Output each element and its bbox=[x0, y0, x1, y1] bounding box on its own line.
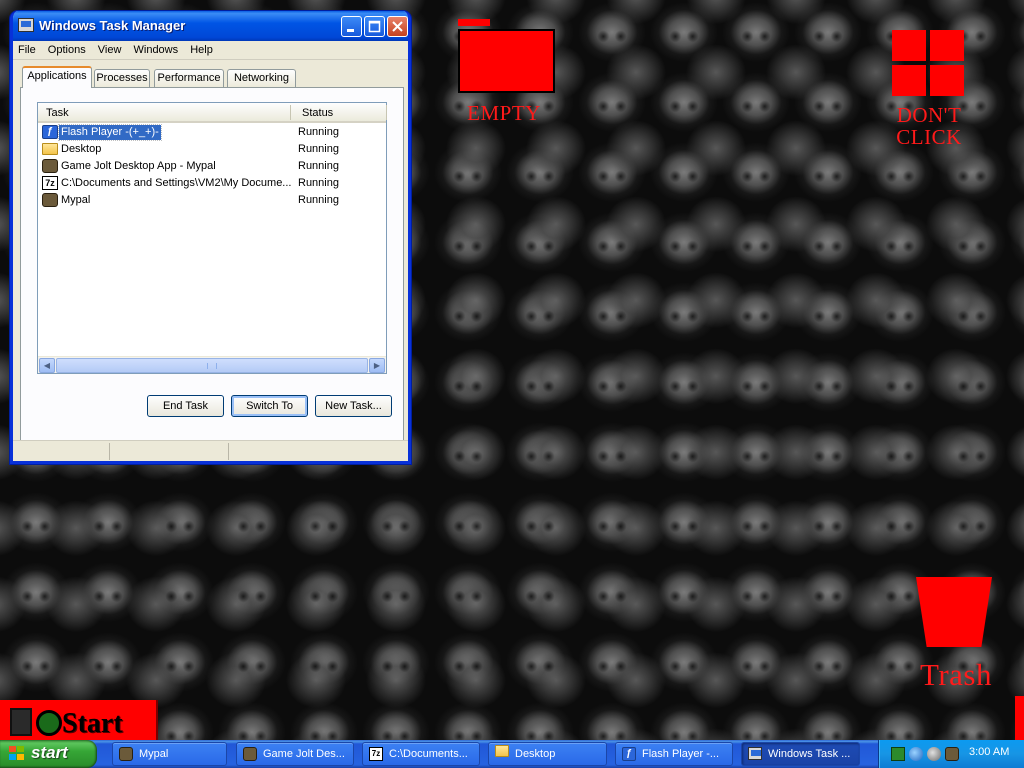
taskbar-item-label: Mypal bbox=[139, 748, 169, 760]
mypal-icon bbox=[243, 747, 257, 761]
empty-folder-tab bbox=[458, 19, 490, 26]
status-pane bbox=[13, 443, 110, 460]
game-logo-icon bbox=[10, 708, 32, 736]
taskbar: start Mypal Game Jolt Des... 7z C:\Docum… bbox=[0, 740, 1024, 768]
window-title: Windows Task Manager bbox=[39, 18, 186, 33]
network-icon[interactable] bbox=[909, 747, 923, 761]
system-tray: 3:00 AM bbox=[878, 740, 1024, 768]
tab-performance[interactable]: Performance bbox=[154, 69, 224, 88]
start-button[interactable]: start bbox=[0, 740, 97, 768]
mypal-icon bbox=[42, 193, 58, 207]
windows-logo-icon bbox=[9, 746, 25, 761]
7zip-icon: 7z bbox=[42, 176, 58, 190]
close-icon bbox=[392, 21, 403, 32]
taskbar-item-label: Windows Task ... bbox=[768, 748, 851, 760]
task-status: Running bbox=[298, 194, 339, 206]
task-name: Mypal bbox=[61, 194, 91, 206]
table-row[interactable]: Desktop Running bbox=[38, 141, 386, 158]
taskbar-item-label: Game Jolt Des... bbox=[263, 748, 345, 760]
folder-icon bbox=[42, 143, 58, 155]
task-status: Running bbox=[298, 177, 339, 189]
status-bar bbox=[13, 440, 408, 461]
maximize-icon bbox=[368, 20, 381, 33]
menu-options[interactable]: Options bbox=[43, 41, 90, 56]
game-start-button[interactable]: Start bbox=[0, 700, 158, 740]
status-pane bbox=[111, 443, 229, 460]
task-status: Running bbox=[298, 126, 339, 138]
task-list[interactable]: Task Status ƒ Flash Player -(+_+)- Runni… bbox=[37, 102, 387, 374]
task-manager-window: Windows Task Manager File Options View W… bbox=[10, 11, 411, 464]
scroll-left-button[interactable]: ◀ bbox=[39, 358, 55, 373]
menu-help[interactable]: Help bbox=[185, 41, 217, 56]
tab-processes[interactable]: Processes bbox=[94, 69, 150, 88]
red-edge-bar bbox=[1015, 696, 1024, 740]
minimize-button[interactable] bbox=[341, 16, 362, 37]
taskbar-item-game-jolt[interactable]: Game Jolt Des... bbox=[236, 742, 354, 766]
task-status: Running bbox=[298, 160, 339, 172]
close-button[interactable] bbox=[387, 16, 408, 37]
volume-icon[interactable] bbox=[927, 747, 941, 761]
table-row[interactable]: 7z C:\Documents and Settings\VM2\My Docu… bbox=[38, 175, 386, 192]
mypal-icon bbox=[42, 159, 58, 173]
minimize-icon bbox=[347, 29, 354, 32]
empty-folder-label[interactable]: EMPTY bbox=[462, 102, 546, 124]
taskbar-item-desktop[interactable]: Desktop bbox=[488, 742, 607, 766]
trash-label[interactable]: Trash bbox=[906, 658, 1006, 692]
table-row[interactable]: ƒ Flash Player -(+_+)- Running bbox=[38, 124, 386, 141]
flash-player-icon: ƒ bbox=[42, 125, 58, 139]
folder-icon bbox=[495, 745, 509, 757]
empty-folder-icon[interactable] bbox=[458, 29, 555, 93]
end-task-button[interactable]: End Task bbox=[147, 395, 224, 417]
flash-player-icon: ƒ bbox=[622, 747, 636, 761]
menu-view[interactable]: View bbox=[93, 41, 126, 56]
game-orb-icon bbox=[36, 710, 62, 736]
task-name: Flash Player -(+_+)- bbox=[58, 124, 162, 141]
task-manager-icon bbox=[18, 18, 34, 32]
task-manager-icon bbox=[748, 747, 762, 760]
scroll-right-button[interactable]: ▶ bbox=[369, 358, 385, 373]
column-status-header[interactable]: Status bbox=[302, 107, 333, 119]
new-task-button[interactable]: New Task... bbox=[315, 395, 392, 417]
column-separator bbox=[386, 105, 387, 120]
menu-bar: File Options View Windows Help bbox=[13, 41, 408, 60]
taskbar-item-mypal[interactable]: Mypal bbox=[112, 742, 227, 766]
7zip-icon: 7z bbox=[369, 747, 383, 761]
taskbar-item-flash-player[interactable]: ƒ Flash Player -... bbox=[615, 742, 733, 766]
column-task-header[interactable]: Task bbox=[46, 107, 69, 119]
maximize-button[interactable] bbox=[364, 16, 385, 37]
mypal-icon[interactable] bbox=[945, 747, 959, 761]
clock[interactable]: 3:00 AM bbox=[969, 746, 1009, 758]
taskbar-item-documents[interactable]: 7z C:\Documents... bbox=[362, 742, 480, 766]
taskbar-item-label: Flash Player -... bbox=[642, 748, 720, 760]
task-status: Running bbox=[298, 143, 339, 155]
column-separator[interactable] bbox=[290, 105, 291, 120]
status-pane bbox=[230, 443, 405, 460]
applications-panel: Task Status ƒ Flash Player -(+_+)- Runni… bbox=[20, 87, 404, 443]
table-row[interactable]: Mypal Running bbox=[38, 192, 386, 209]
menu-file[interactable]: File bbox=[13, 41, 40, 56]
list-header: Task Status bbox=[38, 103, 387, 123]
tab-networking[interactable]: Networking bbox=[227, 69, 296, 88]
task-name: C:\Documents and Settings\VM2\My Docume.… bbox=[61, 177, 292, 189]
taskbar-item-label: C:\Documents... bbox=[389, 748, 468, 760]
mypal-icon bbox=[119, 747, 133, 761]
taskbar-item-label: Desktop bbox=[515, 748, 556, 760]
tab-applications[interactable]: Applications bbox=[22, 66, 92, 88]
trash-icon[interactable] bbox=[916, 577, 992, 647]
table-row[interactable]: Game Jolt Desktop App - Mypal Running bbox=[38, 158, 386, 175]
start-label: start bbox=[31, 743, 68, 762]
switch-to-button[interactable]: Switch To bbox=[231, 395, 308, 417]
title-bar[interactable]: Windows Task Manager bbox=[13, 11, 408, 41]
dont-click-grid-icon[interactable] bbox=[892, 30, 964, 96]
green-tray-icon[interactable] bbox=[891, 747, 905, 761]
task-name: Desktop bbox=[61, 143, 102, 155]
horizontal-scrollbar[interactable]: ◀ ▶ bbox=[38, 356, 386, 373]
scroll-thumb[interactable] bbox=[56, 358, 368, 373]
menu-windows[interactable]: Windows bbox=[129, 41, 183, 56]
task-name: Game Jolt Desktop App - Mypal bbox=[61, 160, 216, 172]
dont-click-label[interactable]: DON'T CLICK bbox=[880, 104, 978, 148]
game-start-label: Start bbox=[62, 708, 123, 739]
taskbar-item-task-manager[interactable]: Windows Task ... bbox=[741, 742, 860, 766]
